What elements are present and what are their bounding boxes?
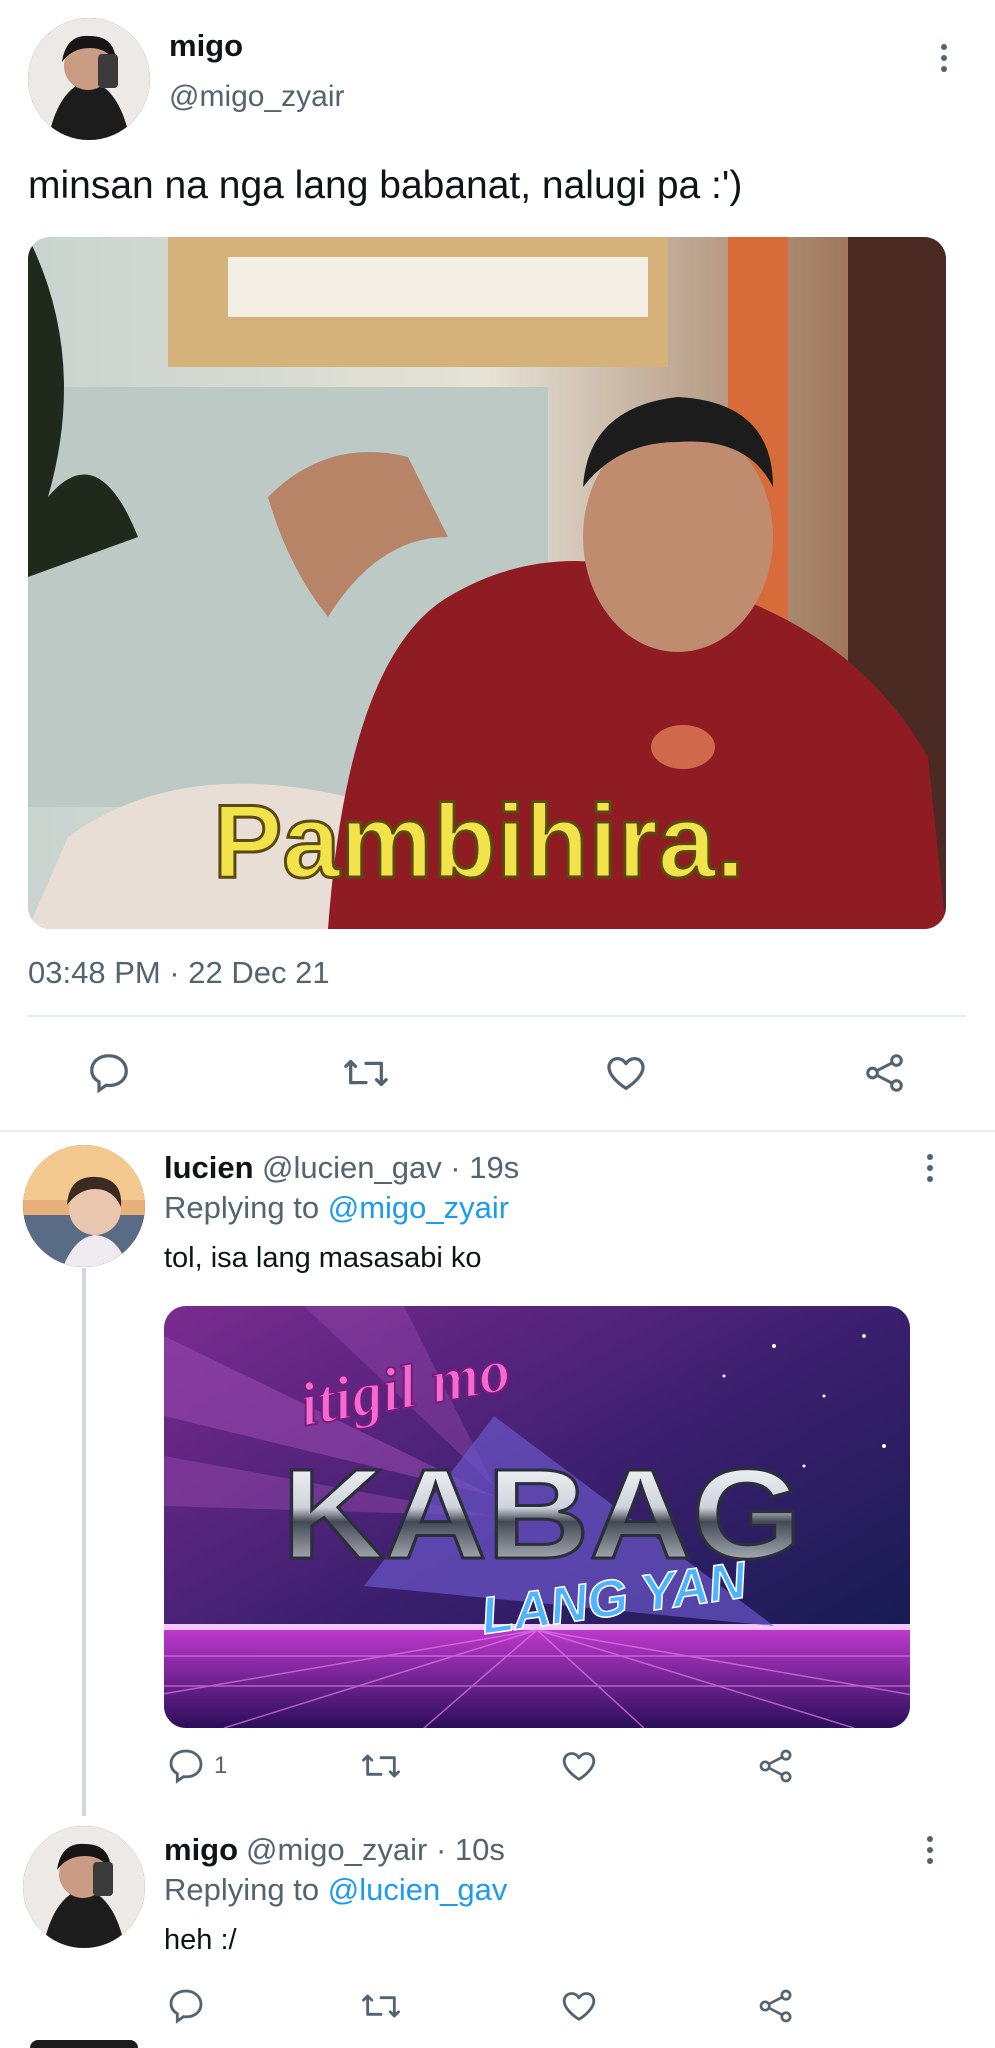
share-button[interactable] <box>756 1986 796 2026</box>
reply-author-handle-time[interactable]: @migo_zyair · 10s <box>246 1832 505 1868</box>
more-icon[interactable] <box>918 1830 942 1870</box>
share-icon <box>866 1054 903 1092</box>
divider <box>28 1015 966 1017</box>
tweet-text: minsan na nga lang babanat, nalugi pa :'… <box>28 164 743 207</box>
reply-icon <box>169 1749 203 1784</box>
pambihira-caption: Pambihira. <box>213 784 745 900</box>
share-button[interactable] <box>862 1050 908 1096</box>
replying-prefix: Replying to <box>164 1872 320 1907</box>
retweet-icon <box>362 1994 400 2018</box>
more-icon[interactable] <box>918 1148 942 1188</box>
tweet-author-name[interactable]: migo <box>169 28 243 64</box>
reply-text: heh :/ <box>164 1924 237 1956</box>
tweet-image[interactable]: Pambihira. <box>28 237 946 929</box>
replying-to-line: Replying to @migo_zyair <box>164 1190 509 1226</box>
replying-to-line: Replying to @lucien_gav <box>164 1872 507 1908</box>
replying-prefix: Replying to <box>164 1190 320 1225</box>
tweet-author-handle[interactable]: @migo_zyair <box>169 80 345 114</box>
avatar-migo[interactable] <box>28 18 150 140</box>
like-icon <box>562 1992 596 2021</box>
reply-count: 1 <box>214 1752 228 1779</box>
reply-author-name[interactable]: migo <box>164 1832 238 1868</box>
reply-button[interactable] <box>166 1986 206 2026</box>
retweet-icon <box>344 1059 388 1087</box>
more-icon[interactable] <box>932 38 956 78</box>
reply-icon <box>90 1054 128 1094</box>
next-avatar-peek <box>30 2040 138 2048</box>
reply-text: tol, isa lang masasabi ko <box>164 1242 482 1274</box>
avatar-lucien[interactable] <box>23 1145 145 1267</box>
like-button[interactable] <box>558 1986 600 2026</box>
reply-button[interactable] <box>86 1050 132 1096</box>
reply-icon <box>169 1989 203 2024</box>
reply-image[interactable]: itigil mo KABAG LANG YAN <box>164 1306 910 1728</box>
retweet-button[interactable] <box>340 1050 392 1096</box>
tweet-timestamp[interactable]: 03:48 PM · 22 Dec 21 <box>28 955 330 991</box>
retweet-icon <box>362 1754 400 1778</box>
reply-button[interactable]: 1 <box>166 1746 227 1786</box>
thread-line <box>82 1268 86 1816</box>
share-button[interactable] <box>756 1746 796 1786</box>
share-icon <box>759 1749 792 1783</box>
like-icon <box>607 1056 645 1090</box>
share-icon <box>759 1989 792 2023</box>
like-button[interactable] <box>558 1746 600 1786</box>
replying-to-link[interactable]: @lucien_gav <box>328 1872 508 1907</box>
section-divider <box>0 1130 995 1132</box>
reply-author-name[interactable]: lucien <box>164 1150 254 1186</box>
retweet-button[interactable] <box>358 1986 404 2026</box>
replying-to-link[interactable]: @migo_zyair <box>328 1190 509 1225</box>
like-button[interactable] <box>602 1050 650 1096</box>
avatar-migo[interactable] <box>23 1826 145 1948</box>
retweet-button[interactable] <box>358 1746 404 1786</box>
reply-author-handle-time[interactable]: @lucien_gav · 19s <box>262 1150 519 1186</box>
like-icon <box>562 1752 596 1781</box>
